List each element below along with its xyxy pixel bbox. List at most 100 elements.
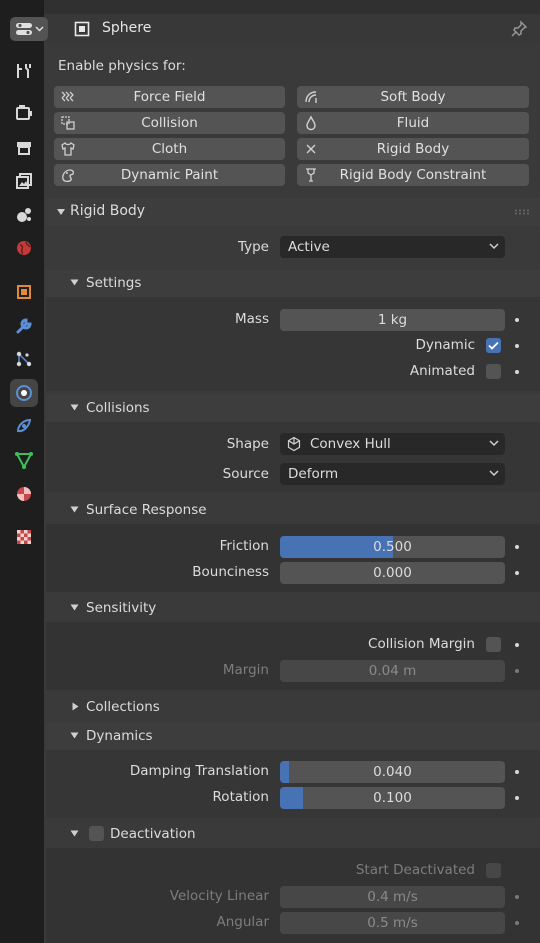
chevron-down-icon bbox=[34, 26, 44, 32]
margin-field[interactable]: 0.04 m bbox=[280, 660, 505, 682]
type-dropdown[interactable]: Active bbox=[280, 236, 505, 258]
world-tab-icon[interactable] bbox=[10, 234, 38, 262]
dynamic-paint-button[interactable]: Dynamic Paint bbox=[54, 164, 285, 186]
collision-margin-label: Collision Margin bbox=[368, 636, 475, 652]
expand-triangle-icon bbox=[70, 604, 79, 611]
enable-physics-heading: Enable physics for: bbox=[58, 58, 186, 74]
settings-subpanel-header[interactable]: Settings bbox=[46, 269, 540, 297]
expand-triangle-icon bbox=[70, 506, 79, 513]
rigid-body-panel-header[interactable]: Rigid Body bbox=[46, 198, 540, 226]
mass-label: Mass bbox=[235, 311, 269, 327]
fluid-label: Fluid bbox=[396, 115, 430, 131]
velocity-linear-field[interactable]: 0.4 m/s bbox=[280, 886, 505, 908]
damping-translation-label: Damping Translation bbox=[129, 763, 269, 779]
keyframe-dot[interactable] bbox=[515, 895, 519, 899]
source-value: Deform bbox=[288, 466, 339, 482]
margin-value: 0.04 m bbox=[368, 663, 417, 679]
start-deactivated-label: Start Deactivated bbox=[355, 862, 475, 878]
collections-title: Collections bbox=[86, 699, 160, 715]
dynamic-paint-icon bbox=[62, 169, 75, 183]
rigid-body-label: Rigid Body bbox=[376, 141, 450, 157]
angular-label: Angular bbox=[216, 914, 270, 930]
type-label: Type bbox=[237, 239, 269, 255]
properties-header: Sphere bbox=[10, 14, 540, 44]
keyframe-dot[interactable] bbox=[515, 796, 519, 800]
collisions-subpanel-header[interactable]: Collisions bbox=[46, 394, 540, 422]
sensitivity-subpanel-header[interactable]: Sensitivity bbox=[46, 594, 540, 622]
expand-triangle-icon bbox=[70, 732, 79, 739]
object-tab-icon[interactable] bbox=[10, 278, 38, 306]
cloth-button[interactable]: Cloth bbox=[54, 138, 285, 160]
keyframe-dot[interactable] bbox=[515, 770, 519, 774]
render-tab-icon[interactable] bbox=[10, 99, 38, 127]
rigid-body-constraint-button[interactable]: Rigid Body Constraint bbox=[297, 164, 529, 186]
keyframe-dot[interactable] bbox=[515, 370, 519, 374]
chevron-down-icon bbox=[489, 440, 499, 447]
drag-handle-icon[interactable] bbox=[514, 209, 530, 215]
friction-slider[interactable]: 0.500 bbox=[280, 536, 505, 558]
keyframe-dot[interactable] bbox=[515, 344, 519, 348]
rotation-slider[interactable]: 0.100 bbox=[280, 787, 505, 809]
shape-label: Shape bbox=[226, 436, 269, 452]
dynamics-subpanel-header[interactable]: Dynamics bbox=[46, 722, 540, 750]
close-x-icon bbox=[306, 144, 316, 154]
expand-triangle-icon bbox=[57, 209, 65, 215]
damping-translation-value: 0.040 bbox=[373, 764, 412, 780]
object-data-tab-icon[interactable] bbox=[10, 446, 38, 474]
type-value: Active bbox=[288, 239, 330, 255]
output-tab-icon[interactable] bbox=[10, 134, 38, 162]
tool-tab-icon[interactable] bbox=[10, 57, 38, 85]
particles-tab-icon[interactable] bbox=[10, 345, 38, 373]
keyframe-dot[interactable] bbox=[515, 669, 519, 673]
deactivation-title: Deactivation bbox=[110, 826, 196, 842]
dynamic-label: Dynamic bbox=[415, 337, 475, 353]
modifiers-tab-icon[interactable] bbox=[10, 312, 38, 340]
physics-tab-icon[interactable] bbox=[10, 379, 38, 407]
rotation-value: 0.100 bbox=[373, 790, 412, 806]
start-deactivated-checkbox[interactable] bbox=[486, 863, 501, 878]
damping-translation-slider[interactable]: 0.040 bbox=[280, 761, 505, 783]
scene-tab-icon[interactable] bbox=[10, 201, 38, 229]
collisions-title: Collisions bbox=[86, 400, 150, 416]
fluid-icon bbox=[306, 115, 316, 131]
surface-response-subpanel-header[interactable]: Surface Response bbox=[46, 496, 540, 524]
pin-icon[interactable] bbox=[510, 20, 528, 38]
animated-checkbox[interactable] bbox=[486, 364, 501, 379]
object-icon bbox=[74, 21, 90, 37]
deactivation-subpanel-header[interactable]: Deactivation bbox=[46, 820, 540, 848]
bounciness-slider[interactable]: 0.000 bbox=[280, 562, 505, 584]
mass-field[interactable]: 1 kg bbox=[280, 309, 505, 331]
velocity-linear-label: Velocity Linear bbox=[169, 888, 269, 904]
source-dropdown[interactable]: Deform bbox=[280, 463, 505, 485]
shape-dropdown[interactable]: Convex Hull bbox=[280, 433, 505, 455]
cloth-label: Cloth bbox=[151, 141, 188, 157]
collision-margin-checkbox[interactable] bbox=[486, 637, 501, 652]
collision-button[interactable]: Collision bbox=[54, 112, 285, 134]
keyframe-dot[interactable] bbox=[515, 545, 519, 549]
properties-tab-bar bbox=[0, 0, 44, 943]
keyframe-dot[interactable] bbox=[515, 318, 519, 322]
chevron-down-icon bbox=[489, 470, 499, 477]
collections-subpanel-header[interactable]: Collections bbox=[46, 693, 540, 721]
deactivation-checkbox[interactable] bbox=[89, 826, 104, 841]
rigid-body-constraint-icon bbox=[306, 168, 316, 182]
rigid-body-constraint-label: Rigid Body Constraint bbox=[339, 167, 487, 183]
editor-type-button[interactable] bbox=[10, 17, 48, 41]
angular-field[interactable]: 0.5 m/s bbox=[280, 912, 505, 934]
keyframe-dot[interactable] bbox=[515, 921, 519, 925]
rigid-body-button[interactable]: Rigid Body bbox=[297, 138, 529, 160]
cloth-icon bbox=[61, 142, 75, 156]
soft-body-label: Soft Body bbox=[380, 89, 446, 105]
dynamic-checkbox[interactable] bbox=[486, 338, 501, 353]
soft-body-button[interactable]: Soft Body bbox=[297, 86, 529, 108]
keyframe-dot[interactable] bbox=[515, 643, 519, 647]
object-constraints-tab-icon[interactable] bbox=[10, 412, 38, 440]
material-tab-icon[interactable] bbox=[10, 480, 38, 508]
view-layer-tab-icon[interactable] bbox=[10, 167, 38, 195]
force-field-button[interactable]: Force Field bbox=[54, 86, 285, 108]
keyframe-dot[interactable] bbox=[515, 571, 519, 575]
fluid-button[interactable]: Fluid bbox=[297, 112, 529, 134]
shape-value: Convex Hull bbox=[310, 436, 391, 452]
rigid-body-panel-title: Rigid Body bbox=[70, 203, 146, 219]
texture-tab-icon[interactable] bbox=[10, 523, 38, 551]
